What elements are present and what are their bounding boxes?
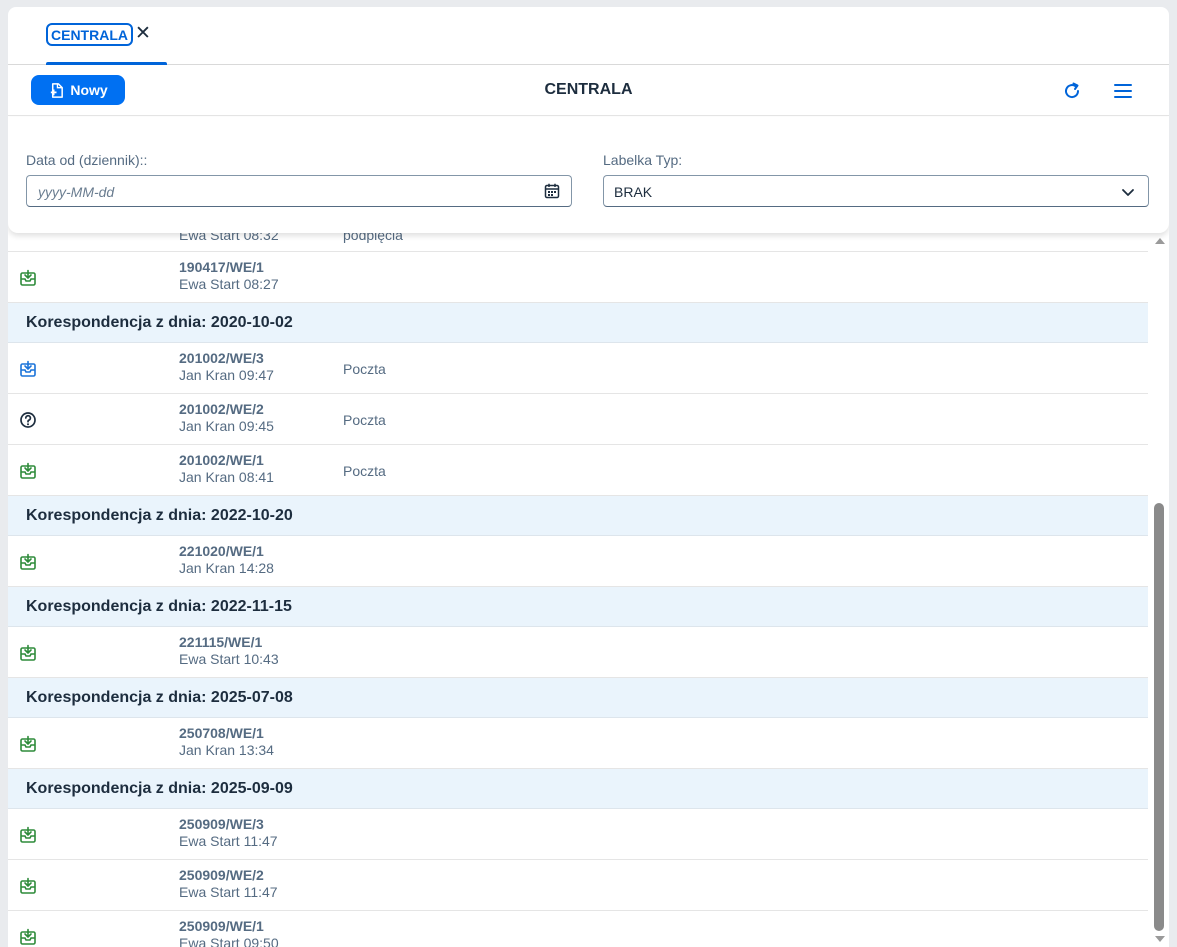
document-number: 201002/WE/3 — [179, 350, 264, 366]
group-header: Korespondencja z dnia: 2025-09-09 — [8, 769, 1148, 809]
question-icon — [19, 411, 37, 429]
hamburger-menu-icon[interactable] — [1112, 80, 1134, 102]
toolbar: Nowy CENTRALA — [8, 65, 1169, 116]
inbox-download-icon — [19, 877, 37, 895]
source: Poczta — [343, 463, 386, 479]
date-from-field[interactable]: yyyy-MM-dd — [26, 175, 572, 207]
group-header: Korespondencja z dnia: 2025-07-08 — [8, 678, 1148, 718]
document-number: 221115/WE/1 — [179, 634, 263, 650]
inbox-download-icon — [19, 462, 37, 480]
page-title: CENTRALA — [544, 81, 633, 98]
source: Poczta — [343, 361, 386, 377]
author-time: Ewa Start 11:47 — [179, 833, 278, 849]
list-item[interactable]: 250708/WE/1 Jan Kran 13:34 — [8, 718, 1148, 769]
type-label: Labelka Typ: — [603, 152, 683, 168]
calendar-icon[interactable] — [543, 182, 561, 200]
date-placeholder: yyyy-MM-dd — [38, 184, 115, 200]
inbox-download-icon — [19, 269, 37, 287]
author-time: Ewa Start 10:43 — [179, 651, 279, 667]
filter-panel: Data od (dziennik):: yyyy-MM-dd Labelka … — [8, 117, 1169, 233]
correspondence-list: Ewa Start 08:32 podpięcia 190417/WE/1 Ewa S… — [8, 224, 1148, 947]
document-number: 201002/WE/1 — [179, 452, 264, 468]
date-from-label: Data od (dziennik):: — [26, 152, 148, 168]
group-header: Korespondencja z dnia: 2020-10-02 — [8, 303, 1148, 343]
document-number: 250909/WE/2 — [179, 867, 264, 883]
type-select[interactable]: BRAK — [603, 175, 1149, 207]
document-number: 201002/WE/2 — [179, 401, 264, 417]
author-time: Jan Kran 09:47 — [179, 367, 274, 383]
list-item[interactable]: 190417/WE/1 Ewa Start 08:27 — [8, 252, 1148, 303]
inbox-download-icon — [19, 360, 37, 378]
type-select-value: BRAK — [614, 184, 653, 200]
tab-close-icon[interactable]: ✕ — [135, 23, 151, 45]
inbox-download-icon — [19, 928, 37, 946]
document-number: 221020/WE/1 — [179, 543, 264, 559]
tab-centrala[interactable]: CENTRALA ✕ — [46, 23, 151, 65]
author-time: Ewa Start 08:27 — [179, 276, 279, 292]
list-item[interactable]: 221115/WE/1 Ewa Start 10:43 — [8, 627, 1148, 678]
document-number: 250708/WE/1 — [179, 725, 264, 741]
author-time: Jan Kran 13:34 — [179, 742, 274, 758]
list-item[interactable]: 201002/WE/2 Jan Kran 09:45 Poczta — [8, 394, 1148, 445]
scroll-down-arrow[interactable] — [1155, 936, 1165, 942]
author-time: Ewa Start 11:47 — [179, 884, 278, 900]
tab-bar: CENTRALA ✕ — [8, 7, 1169, 65]
chevron-down-icon[interactable] — [1120, 184, 1136, 200]
list-item[interactable]: 201002/WE/3 Jan Kran 09:47 Poczta — [8, 343, 1148, 394]
list-item[interactable]: 250909/WE/1 Ewa Start 09:50 — [8, 911, 1148, 947]
document-number: 250909/WE/3 — [179, 816, 264, 832]
author-time: Jan Kran 14:28 — [179, 560, 274, 576]
tab-label[interactable]: CENTRALA — [46, 23, 133, 46]
group-header: Korespondencja z dnia: 2022-11-15 — [8, 587, 1148, 627]
list-item[interactable]: 201002/WE/1 Jan Kran 08:41 Poczta — [8, 445, 1148, 496]
list-item[interactable]: 221020/WE/1 Jan Kran 14:28 — [8, 536, 1148, 587]
scroll-up-arrow[interactable] — [1155, 238, 1165, 244]
inbox-download-icon — [19, 735, 37, 753]
inbox-download-icon — [19, 826, 37, 844]
list-item[interactable]: 250909/WE/3 Ewa Start 11:47 — [8, 809, 1148, 860]
document-number: 250909/WE/1 — [179, 918, 264, 934]
author-time: Jan Kran 08:41 — [179, 469, 274, 485]
scrollbar-thumb[interactable] — [1154, 503, 1164, 931]
inbox-download-icon — [19, 644, 37, 662]
author-time: Jan Kran 09:45 — [179, 418, 274, 434]
app-window: CENTRALA ✕ Nowy CENTRALA Data od (dzienn… — [8, 7, 1169, 947]
refresh-icon[interactable] — [1061, 80, 1083, 102]
group-header: Korespondencja z dnia: 2022-10-20 — [8, 496, 1148, 536]
list-item[interactable]: 250909/WE/2 Ewa Start 11:47 — [8, 860, 1148, 911]
inbox-download-icon — [19, 553, 37, 571]
source: Poczta — [343, 412, 386, 428]
author-time: Ewa Start 09:50 — [179, 935, 279, 947]
document-number: 190417/WE/1 — [179, 259, 264, 275]
